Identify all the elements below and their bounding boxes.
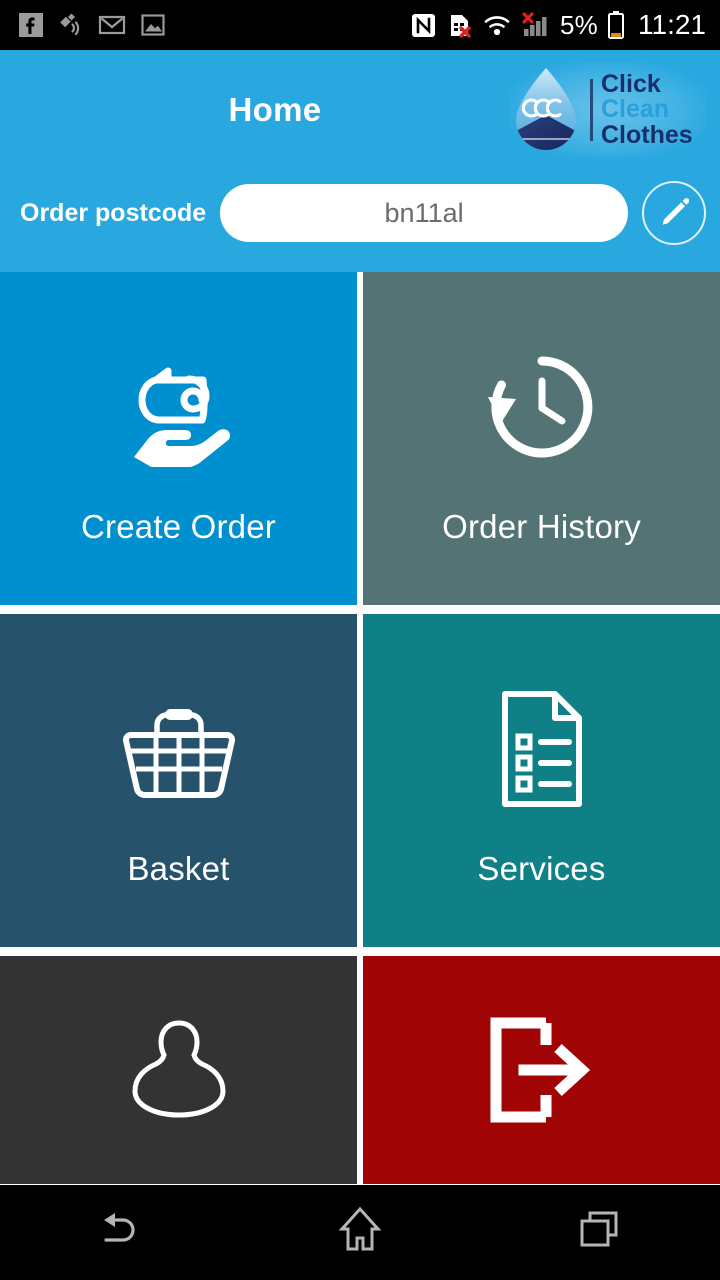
- photo-icon: [140, 12, 166, 38]
- order-postcode-row: Order postcode bn11al: [0, 170, 720, 272]
- nfc-icon: [410, 12, 437, 39]
- document-list-icon: [489, 674, 595, 824]
- wifi-icon: [482, 12, 512, 38]
- user-profile-icon: [119, 995, 239, 1145]
- postcode-input[interactable]: bn11al: [220, 184, 628, 242]
- water-droplet-logo-icon: [510, 65, 582, 155]
- android-nav-bar: [0, 1185, 720, 1280]
- facebook-icon: [18, 12, 44, 38]
- recent-apps-icon: [576, 1207, 624, 1258]
- status-bar-left-icons: [18, 12, 166, 38]
- logo-line-clean: Clean: [601, 95, 670, 124]
- logo-line-click: Click: [601, 69, 661, 98]
- logout-icon: [480, 995, 604, 1145]
- edit-postcode-button[interactable]: [642, 181, 706, 245]
- status-bar-right-icons: 5% 11:21: [410, 9, 706, 41]
- satellite-icon: [58, 12, 84, 38]
- tile-services[interactable]: Services: [363, 614, 720, 948]
- tile-label: Order History: [442, 507, 641, 545]
- tile-order-history[interactable]: Order History: [363, 272, 720, 605]
- logo-line-clothes: Clothes: [601, 120, 693, 149]
- home-icon: [336, 1205, 384, 1260]
- app-header: Home Click Clean Clothes Order postcode …: [0, 50, 720, 272]
- app-logo: Click Clean Clothes: [510, 62, 706, 158]
- sim-card-error-icon: [446, 12, 473, 39]
- back-icon: [93, 1207, 147, 1258]
- logo-wordmark: Click Clean Clothes: [601, 69, 693, 149]
- status-bar: 5% 11:21: [0, 0, 720, 50]
- nav-back-button[interactable]: [60, 1203, 180, 1263]
- clock-history-icon: [482, 332, 602, 482]
- logo-divider: [590, 79, 593, 141]
- grid-row-gap: [0, 605, 720, 614]
- signal-error-icon: [521, 11, 551, 39]
- tile-create-order[interactable]: Create Order: [0, 272, 357, 605]
- app-screen: 5% 11:21 Home Click Clean Clothes Order …: [0, 0, 720, 1280]
- clock-label: 11:21: [638, 9, 706, 40]
- shopping-basket-icon: [117, 674, 241, 824]
- home-tile-grid: Create Order Order History Basket Servic…: [0, 272, 720, 1185]
- tile-label: Basket: [127, 849, 230, 887]
- nav-recents-button[interactable]: [540, 1203, 660, 1263]
- nav-home-button[interactable]: [300, 1203, 420, 1263]
- battery-percent-label: 5%: [560, 9, 598, 40]
- tile-label: Services: [477, 849, 606, 887]
- tile-label: Create Order: [81, 507, 276, 545]
- tile-logout[interactable]: [363, 956, 720, 1185]
- tile-basket[interactable]: Basket: [0, 614, 357, 948]
- tile-profile[interactable]: [0, 956, 357, 1185]
- pencil-icon: [656, 193, 692, 234]
- battery-low-icon: [607, 10, 625, 40]
- grid-row-gap: [0, 947, 720, 956]
- order-postcode-label: Order postcode: [20, 198, 207, 227]
- hand-holding-laundry-icon: [114, 332, 244, 482]
- gmail-icon: [98, 12, 126, 38]
- header-top-row: Home Click Clean Clothes: [0, 50, 720, 170]
